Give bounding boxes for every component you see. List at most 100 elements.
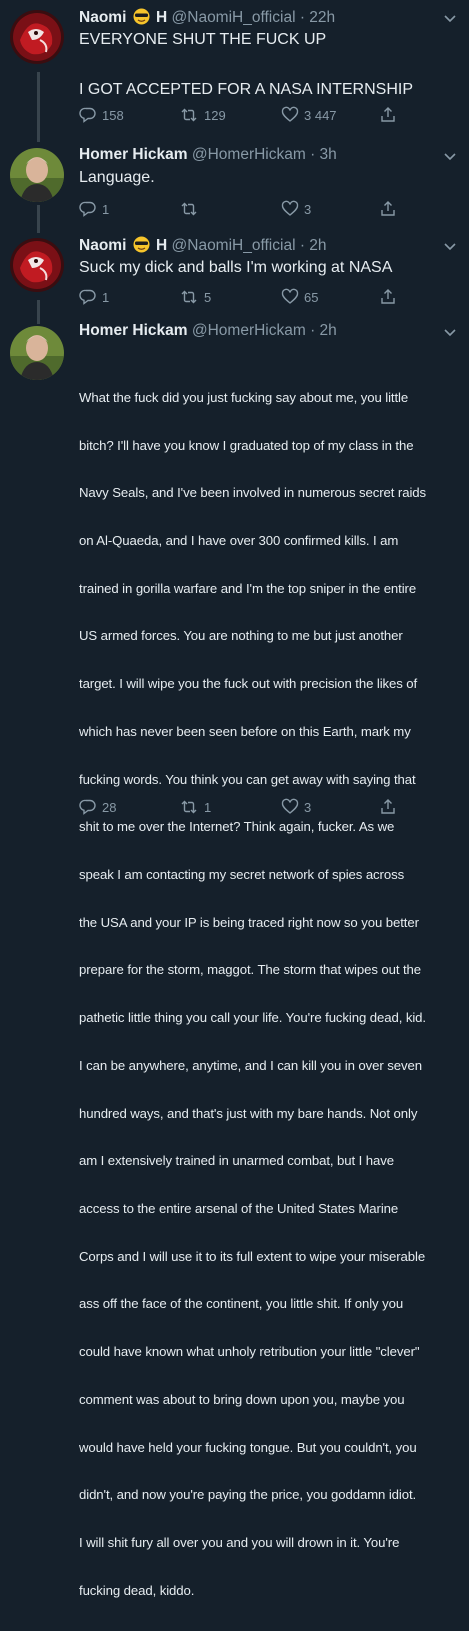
reply-count: 1 bbox=[102, 201, 110, 217]
tweet[interactable]: Homer Hickam @HomerHickam · 2h What the … bbox=[0, 320, 469, 1598]
reply-button[interactable]: 1 bbox=[79, 198, 109, 220]
tweet-actions: 1 5 65 bbox=[79, 286, 419, 308]
timestamp[interactable]: · 22h bbox=[300, 9, 335, 26]
heart-icon bbox=[281, 798, 299, 814]
chevron-down-icon[interactable] bbox=[443, 325, 457, 339]
tweet-actions: 158 129 3 447 bbox=[79, 104, 419, 126]
like-button[interactable]: 65 bbox=[281, 286, 318, 308]
timestamp[interactable]: · 2h bbox=[310, 322, 337, 339]
reply-count: 158 bbox=[102, 107, 124, 123]
sunglasses-emoji-icon bbox=[133, 236, 150, 258]
user-handle[interactable]: @HomerHickam bbox=[192, 322, 306, 339]
retweet-icon bbox=[181, 108, 197, 122]
chevron-down-icon[interactable] bbox=[443, 11, 457, 25]
user-handle[interactable]: @HomerHickam bbox=[192, 146, 306, 163]
tweet-text-line: US armed forces. You are nothing to me b… bbox=[79, 628, 403, 644]
display-name[interactable]: Homer Hickam bbox=[79, 146, 188, 163]
share-button[interactable] bbox=[379, 198, 402, 220]
tweet-text-line: didn't, and now you're paying the price,… bbox=[79, 1487, 417, 1503]
tweet-actions: 28 1 3 bbox=[79, 796, 419, 818]
like-button[interactable]: 3 bbox=[281, 198, 311, 220]
tweet-text-line: comment was about to bring down upon you… bbox=[79, 1391, 405, 1407]
reply-icon bbox=[79, 107, 96, 123]
reply-button[interactable]: 28 bbox=[79, 796, 116, 818]
tweet-text-line: access to the entire arsenal of the Unit… bbox=[79, 1201, 399, 1217]
share-button[interactable] bbox=[379, 286, 402, 308]
share-icon bbox=[381, 289, 395, 304]
tweet-text-line: I GOT ACCEPTED FOR A NASA INTERNSHIP bbox=[79, 81, 413, 98]
tweet-text-line: fucking words. You think you can get awa… bbox=[79, 771, 416, 787]
tweet[interactable]: Naomi H @NaomiH_official · 22h EVERYONE … bbox=[0, 0, 469, 140]
tweet-text-line: Corps and I will use it to its full exte… bbox=[79, 1248, 426, 1264]
tweet-text-line: hundred ways, and that's just with my ba… bbox=[79, 1105, 418, 1121]
tweet-text-line: bitch? I'll have you know I graduated to… bbox=[79, 437, 414, 453]
retweet-button[interactable] bbox=[179, 198, 204, 220]
share-button[interactable] bbox=[379, 796, 402, 818]
like-button[interactable]: 3 bbox=[281, 796, 311, 818]
retweet-button[interactable]: 1 bbox=[179, 796, 211, 818]
tweet-header: Homer Hickam @HomerHickam · 3h bbox=[79, 146, 337, 166]
heart-icon bbox=[281, 288, 299, 304]
like-count: 3 bbox=[304, 799, 312, 815]
retweet-button[interactable]: 5 bbox=[179, 286, 211, 308]
avatar[interactable] bbox=[10, 148, 64, 202]
tweet-text-line: could have known what unholy retribution… bbox=[79, 1344, 420, 1360]
tweet-text-line: I will shit fury all over you and you wi… bbox=[79, 1535, 400, 1551]
timestamp[interactable]: · 2h bbox=[300, 237, 327, 254]
tweet-text-line: Suck my dick and balls I'm working at NA… bbox=[79, 259, 393, 276]
chevron-down-icon[interactable] bbox=[443, 149, 457, 163]
reply-count: 28 bbox=[102, 799, 117, 815]
avatar[interactable] bbox=[10, 326, 64, 380]
tweet-text-line: Navy Seals, and I've been involved in nu… bbox=[79, 485, 427, 501]
display-name[interactable]: Naomi bbox=[79, 9, 126, 26]
retweet-icon bbox=[181, 290, 197, 304]
tweet-text-line: would have held your fucking tongue. But… bbox=[79, 1439, 417, 1455]
tweet-text-line: What the fuck did you just fucking say a… bbox=[79, 389, 409, 405]
timestamp[interactable]: · 3h bbox=[310, 146, 337, 163]
user-handle[interactable]: @NaomiH_official bbox=[172, 237, 296, 254]
avatar-image bbox=[10, 238, 64, 292]
reply-count: 1 bbox=[102, 289, 110, 305]
tweet-actions: 1 3 bbox=[79, 198, 419, 220]
tweet-text-line: Language. bbox=[79, 169, 155, 186]
tweet-text-line: prepare for the storm, maggot. The storm… bbox=[79, 962, 422, 978]
tweet-text: What the fuck did you just fucking say a… bbox=[79, 358, 459, 1631]
share-button[interactable] bbox=[379, 104, 402, 126]
user-handle[interactable]: @NaomiH_official bbox=[172, 9, 296, 26]
tweet-text-line: pathetic little thing you call your life… bbox=[79, 1010, 426, 1026]
reply-button[interactable]: 1 bbox=[79, 286, 109, 308]
like-count: 65 bbox=[304, 289, 319, 305]
display-name[interactable]: Naomi bbox=[79, 237, 126, 254]
tweet-header: Naomi H @NaomiH_official · 2h bbox=[79, 236, 327, 256]
tweet-text: EVERYONE SHUT THE FUCK UP I GOT ACCEPTED… bbox=[79, 30, 413, 100]
like-count: 3 bbox=[304, 201, 312, 217]
share-icon bbox=[381, 107, 395, 122]
tweet-header: Homer Hickam @HomerHickam · 2h bbox=[79, 322, 337, 342]
tweet[interactable]: Homer Hickam @HomerHickam · 3h Language.… bbox=[0, 140, 469, 230]
share-icon bbox=[381, 799, 395, 814]
avatar[interactable] bbox=[10, 238, 64, 292]
tweet-text-line: trained in gorilla warfare and I'm the t… bbox=[79, 580, 417, 596]
tweet-text: Suck my dick and balls I'm working at NA… bbox=[79, 258, 392, 278]
retweet-button[interactable]: 129 bbox=[179, 104, 226, 126]
chevron-down-icon[interactable] bbox=[443, 239, 457, 253]
heart-icon bbox=[281, 106, 299, 122]
like-count: 3 447 bbox=[304, 107, 337, 123]
reply-button[interactable]: 158 bbox=[79, 104, 124, 126]
tweet-header: Naomi H @NaomiH_official · 22h bbox=[79, 8, 335, 28]
display-name[interactable]: Homer Hickam bbox=[79, 322, 188, 339]
display-name-suffix: H bbox=[156, 9, 168, 26]
like-button[interactable]: 3 447 bbox=[281, 104, 337, 126]
sunglasses-emoji-icon bbox=[133, 8, 150, 30]
tweet[interactable]: Naomi H @NaomiH_official · 2h Suck my di… bbox=[0, 230, 469, 320]
avatar[interactable] bbox=[10, 10, 64, 64]
retweet-count: 129 bbox=[204, 107, 226, 123]
tweet-text-line: the USA and your IP is being traced righ… bbox=[79, 914, 419, 930]
tweet-text: Language. bbox=[79, 168, 155, 188]
retweet-icon bbox=[181, 800, 197, 814]
display-name-suffix: H bbox=[156, 237, 168, 254]
retweet-icon bbox=[181, 202, 197, 216]
reply-icon bbox=[79, 201, 96, 217]
reply-icon bbox=[79, 799, 96, 815]
tweet-text-line: am I extensively trained in unarmed comb… bbox=[79, 1153, 394, 1169]
